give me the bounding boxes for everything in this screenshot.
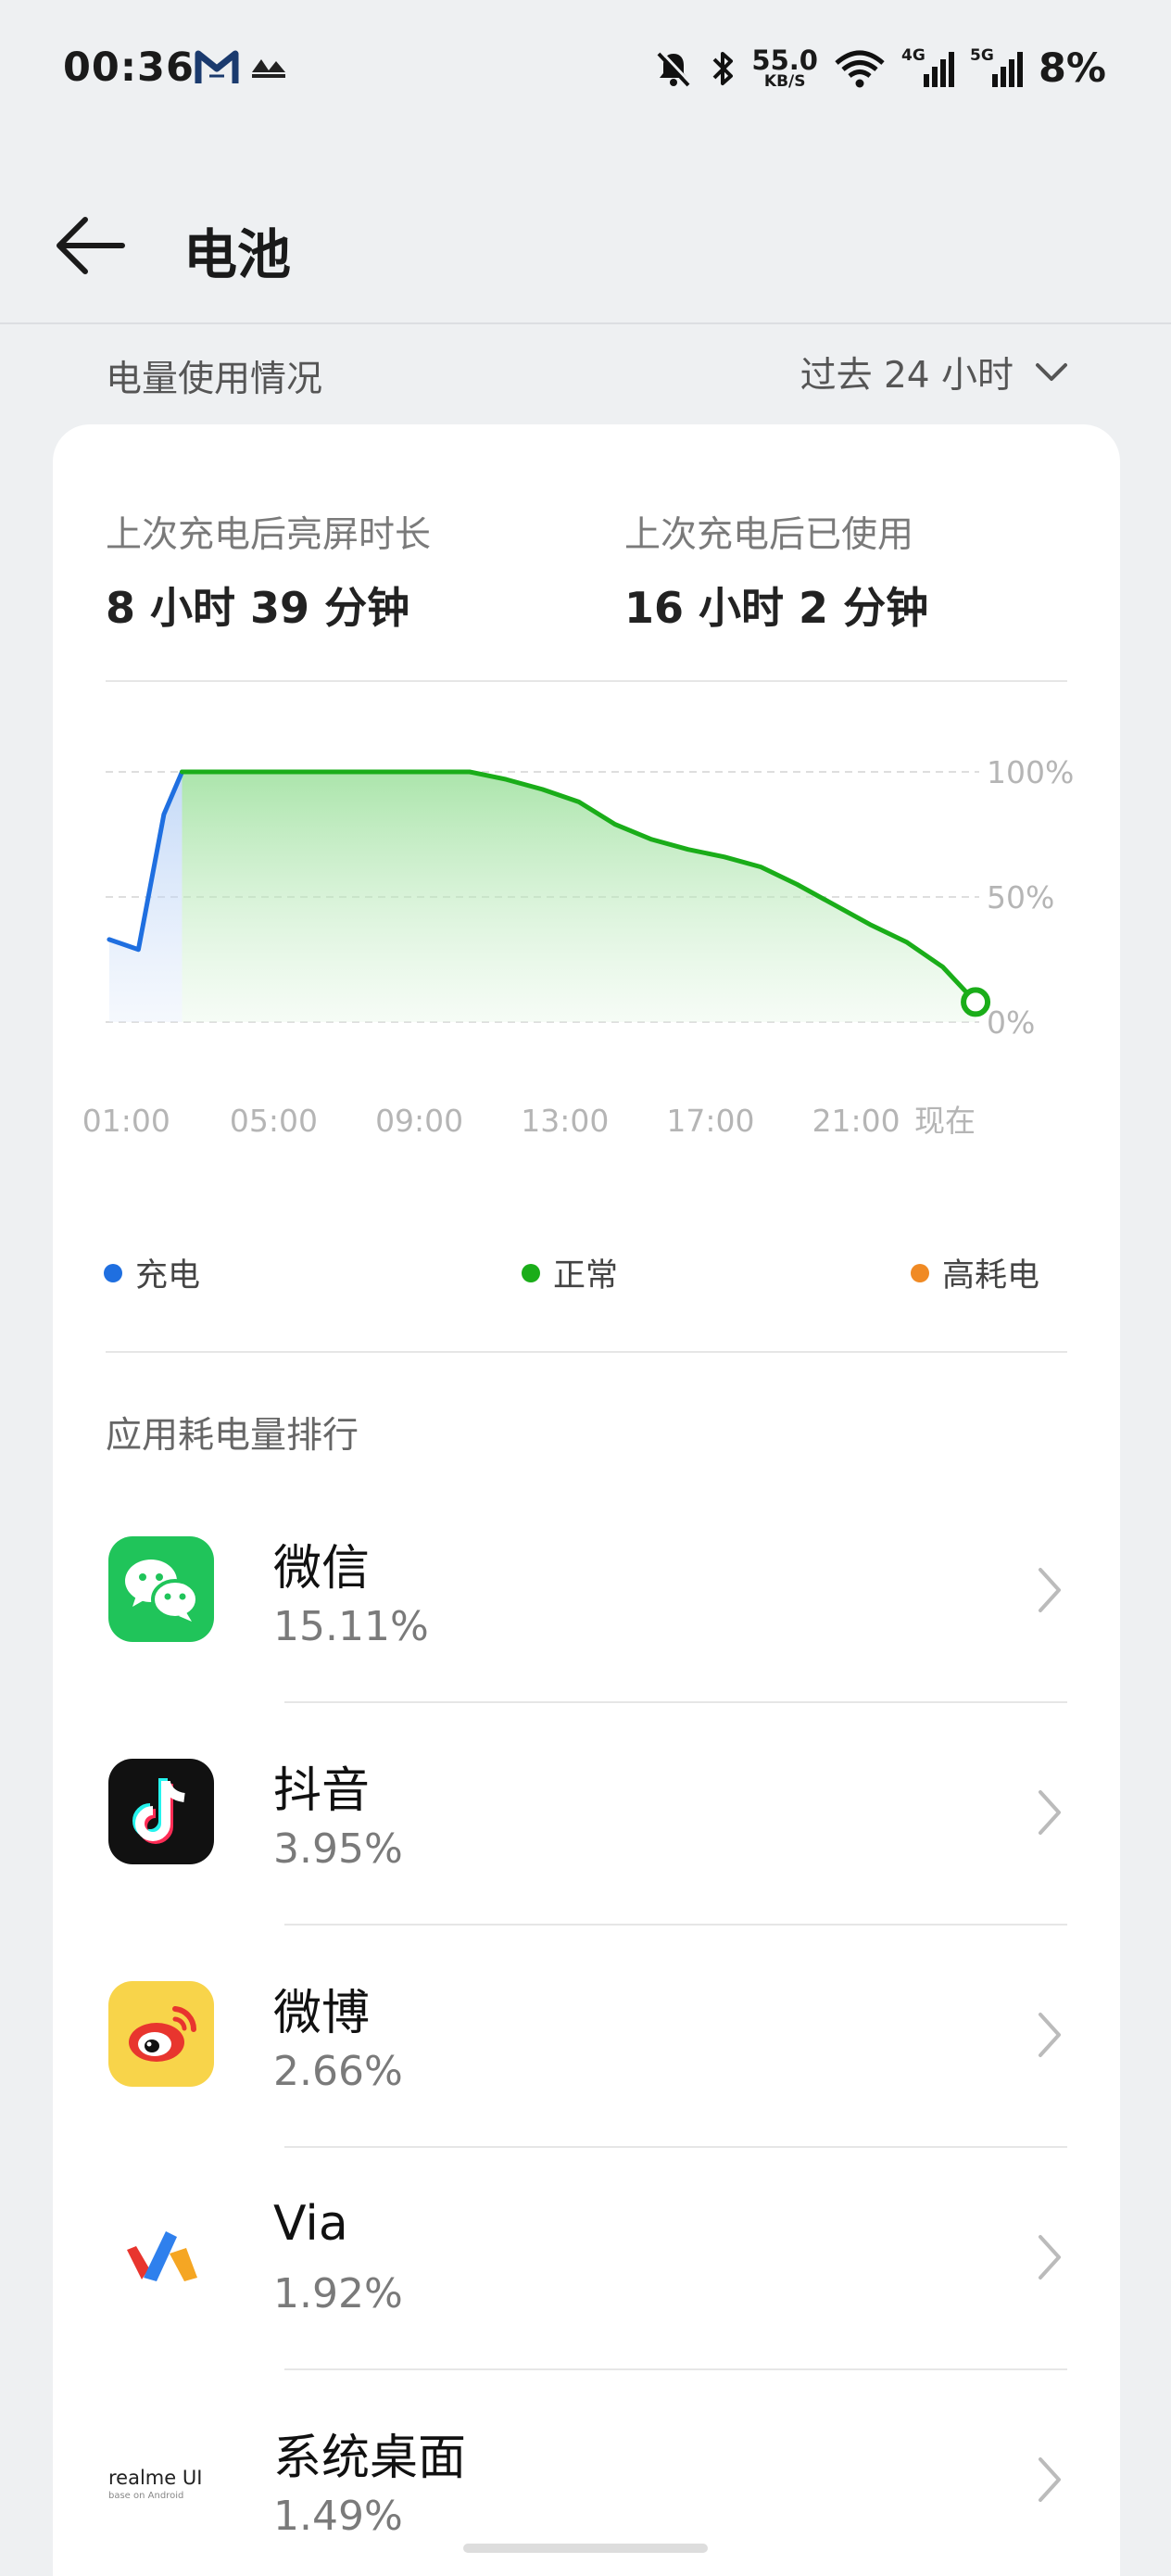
x-tick-label: 现在: [914, 1103, 976, 1139]
x-tick-label: 17:00: [666, 1103, 754, 1139]
via-icon: [108, 2203, 214, 2309]
realme-logo-subtext: base on Android: [108, 2491, 184, 2501]
status-icons: 55.0 KB/S 4G 5G 8%: [653, 43, 1106, 95]
wechat-icon: [108, 1536, 214, 1642]
app-percent: 1.49%: [273, 2493, 403, 2540]
app-percent: 1.92%: [273, 2270, 403, 2317]
battery-level: 8%: [1038, 45, 1106, 92]
y-tick-label: 0%: [987, 1004, 1035, 1041]
battery-card: 上次充电后亮屏时长 8 小时 39 分钟 上次充电后已使用 16 小时 2 分钟…: [53, 424, 1120, 2576]
stats-divider: [106, 680, 1067, 682]
page-title: 电池: [183, 223, 292, 286]
chevron-right-icon: [1039, 2013, 1061, 2057]
y-tick-label: 50%: [987, 879, 1054, 915]
weibo-icon: [108, 1981, 214, 2087]
chevron-right-icon: [1039, 1568, 1061, 1612]
douyin-icon: [108, 1759, 214, 1864]
back-arrow-icon[interactable]: [54, 213, 128, 278]
status-bar: 00:36 55.0 KB/S 4G 5G 8%: [0, 0, 1171, 139]
battery-chart[interactable]: 100% 50% 0% 01:00 05:00 09:00 13:00 17:00 21:00…: [53, 721, 1120, 1184]
realme-ui-icon: realme UI base on Android: [101, 2426, 221, 2532]
app-name: 微博: [273, 1986, 371, 2041]
app-row-douyin[interactable]: 抖音 3.95%: [53, 1703, 1120, 1926]
x-tick-label: 13:00: [521, 1103, 609, 1139]
chevron-down-icon: [1036, 363, 1067, 381]
app-row-weibo[interactable]: 微博 2.66%: [53, 1926, 1120, 2148]
app-name: 系统桌面: [273, 2431, 467, 2486]
title-bar: 电池: [0, 185, 1171, 306]
usage-heading: 电量使用情况: [106, 359, 323, 400]
app-ranking-title: 应用耗电量排行: [106, 1415, 359, 1457]
status-time: 00:36: [63, 44, 195, 91]
chevron-right-icon: [1039, 2457, 1061, 2502]
app-name: 抖音: [273, 1763, 371, 1819]
signal-bars-icon: [991, 52, 1023, 87]
app-name: Via: [273, 2196, 348, 2252]
x-tick-label: 01:00: [82, 1103, 170, 1139]
legend-normal-label: 正常: [553, 1257, 619, 1294]
legend-charging-label: 充电: [135, 1257, 201, 1294]
app-row-wechat[interactable]: 微信 15.11%: [53, 1481, 1120, 1703]
bluetooth-icon: [713, 52, 734, 85]
legend-normal: 正常: [522, 1249, 618, 1296]
chevron-right-icon: [1039, 2235, 1061, 2279]
screen-on-label: 上次充电后亮屏时长: [106, 514, 432, 556]
app-row-via[interactable]: Via 1.92%: [53, 2148, 1120, 2370]
signal-4g: 4G: [901, 46, 955, 89]
signal-5g: 5G: [970, 46, 1024, 89]
screen-on-stat: 上次充电后亮屏时长 8 小时 39 分钟: [106, 506, 431, 636]
used-since-charge-stat: 上次充电后已使用 16 小时 2 分钟: [624, 506, 928, 636]
x-tick-label: 05:00: [230, 1103, 318, 1139]
realme-logo-text: realme UI: [108, 2467, 203, 2489]
chart-divider: [106, 1351, 1067, 1353]
app-percent: 2.66%: [273, 2048, 403, 2095]
legend-charging-dot: [104, 1263, 122, 1282]
app-percent: 3.95%: [273, 1825, 403, 1873]
used-since-charge-label: 上次充电后已使用: [624, 514, 914, 556]
home-indicator[interactable]: [463, 2544, 708, 2553]
chevron-right-icon: [1039, 1790, 1061, 1835]
signal-bars-icon: [923, 52, 954, 87]
network-speed: 55.0 KB/S: [751, 44, 818, 91]
y-tick-label: 100%: [987, 754, 1074, 790]
current-level-marker: [961, 987, 991, 1017]
used-since-charge-value: 16 小时 2 分钟: [624, 583, 929, 633]
x-tick-label: 21:00: [812, 1103, 900, 1139]
legend-high-drain-label: 高耗电: [942, 1257, 1040, 1294]
series-area-normal: [182, 772, 976, 1022]
screen-on-value: 8 小时 39 分钟: [106, 583, 410, 633]
legend-high-drain-dot: [911, 1263, 929, 1282]
time-range-dropdown[interactable]: 过去 24 小时: [800, 347, 1069, 398]
legend-charging: 充电: [104, 1249, 200, 1296]
legend-normal-dot: [522, 1263, 540, 1282]
time-range-label: 过去 24 小时: [800, 355, 1014, 397]
app-notification-icon: [252, 59, 285, 78]
app-name: 微信: [273, 1541, 371, 1597]
wifi-icon: [835, 50, 885, 88]
bell-muted-icon: [657, 50, 693, 87]
gmail-notification-icon: [195, 50, 239, 83]
app-percent: 15.11%: [273, 1603, 429, 1650]
legend-high-drain: 高耗电: [911, 1249, 1039, 1296]
header-divider: [0, 322, 1171, 324]
x-tick-label: 09:00: [375, 1103, 463, 1139]
